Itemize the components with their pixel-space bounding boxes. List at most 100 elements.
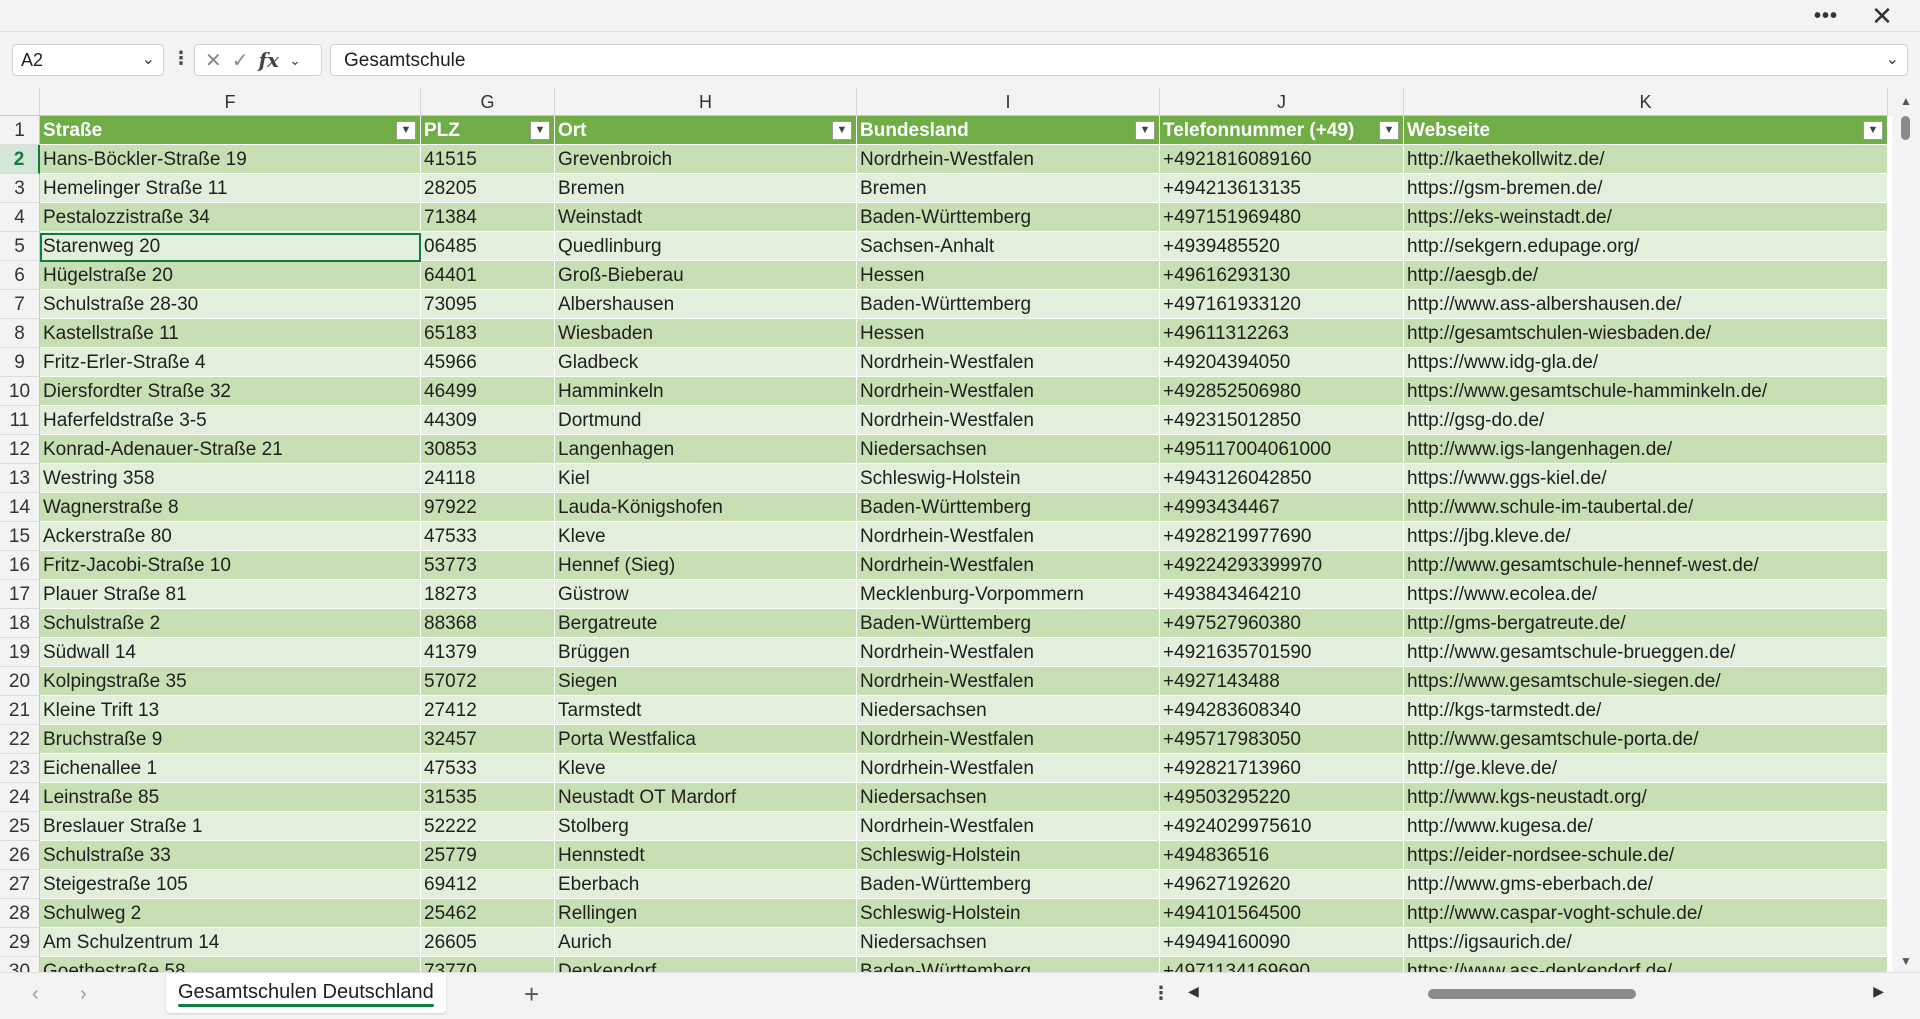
table-cell[interactable]: http://ge.kleve.de/ — [1404, 754, 1888, 783]
table-cell[interactable]: Bremen — [555, 174, 857, 203]
chevron-down-icon[interactable]: ⌄ — [289, 52, 301, 69]
table-cell[interactable]: 45966 — [421, 348, 555, 377]
table-cell[interactable]: Nordrhein-Westfalen — [857, 522, 1160, 551]
row-header[interactable]: 26 — [0, 841, 40, 870]
table-cell[interactable]: +494213613135 — [1160, 174, 1404, 203]
row-header[interactable]: 21 — [0, 696, 40, 725]
table-cell[interactable]: Hemelinger Straße 11 — [40, 174, 421, 203]
column-header-k[interactable]: K — [1404, 88, 1888, 116]
close-icon[interactable]: ✕ — [1862, 1, 1902, 31]
table-cell[interactable]: http://www.gms-eberbach.de/ — [1404, 870, 1888, 899]
table-cell[interactable]: http://www.igs-langenhagen.de/ — [1404, 435, 1888, 464]
table-cell[interactable]: Pestalozzistraße 34 — [40, 203, 421, 232]
table-cell[interactable]: Nordrhein-Westfalen — [857, 725, 1160, 754]
table-cell[interactable]: Leinstraße 85 — [40, 783, 421, 812]
table-cell[interactable]: Niedersachsen — [857, 435, 1160, 464]
table-cell[interactable]: Aurich — [555, 928, 857, 957]
table-cell[interactable]: +494283608340 — [1160, 696, 1404, 725]
table-cell[interactable]: 44309 — [421, 406, 555, 435]
table-cell[interactable]: +4924029975610 — [1160, 812, 1404, 841]
table-cell[interactable]: 46499 — [421, 377, 555, 406]
table-cell[interactable]: Konrad-Adenauer-Straße 21 — [40, 435, 421, 464]
table-cell[interactable]: Nordrhein-Westfalen — [857, 638, 1160, 667]
column-header-f[interactable]: F — [40, 88, 421, 116]
table-cell[interactable]: Bremen — [857, 174, 1160, 203]
table-cell[interactable]: https://eks-weinstadt.de/ — [1404, 203, 1888, 232]
table-cell[interactable]: http://www.schule-im-taubertal.de/ — [1404, 493, 1888, 522]
table-cell[interactable]: http://kgs-tarmstedt.de/ — [1404, 696, 1888, 725]
table-cell[interactable]: 57072 — [421, 667, 555, 696]
horizontal-scroll-thumb[interactable] — [1428, 989, 1636, 999]
add-sheet-button[interactable]: + — [524, 979, 539, 1010]
table-cell[interactable]: Gladbeck — [555, 348, 857, 377]
table-cell[interactable]: Nordrhein-Westfalen — [857, 754, 1160, 783]
table-cell[interactable]: Schulweg 2 — [40, 899, 421, 928]
table-cell[interactable]: https://eider-nordsee-schule.de/ — [1404, 841, 1888, 870]
select-all-corner[interactable] — [0, 88, 40, 116]
row-header[interactable]: 13 — [0, 464, 40, 493]
filter-dropdown-icon[interactable]: ▼ — [530, 121, 550, 140]
table-cell[interactable]: 25779 — [421, 841, 555, 870]
row-header[interactable]: 16 — [0, 551, 40, 580]
table-cell[interactable]: Nordrhein-Westfalen — [857, 551, 1160, 580]
table-cell[interactable]: http://www.caspar-voght-schule.de/ — [1404, 899, 1888, 928]
table-cell[interactable]: http://www.gesamtschule-hennef-west.de/ — [1404, 551, 1888, 580]
table-cell[interactable]: Hennef (Sieg) — [555, 551, 857, 580]
table-cell[interactable]: https://www.ggs-kiel.de/ — [1404, 464, 1888, 493]
table-cell[interactable]: Steigestraße 105 — [40, 870, 421, 899]
table-cell[interactable]: Hessen — [857, 261, 1160, 290]
table-cell[interactable]: Nordrhein-Westfalen — [857, 406, 1160, 435]
table-cell[interactable]: Schleswig-Holstein — [857, 841, 1160, 870]
column-header-h[interactable]: H — [555, 88, 857, 116]
table-cell[interactable]: Nordrhein-Westfalen — [857, 812, 1160, 841]
row-header[interactable]: 1 — [0, 116, 40, 145]
table-cell[interactable]: Ackerstraße 80 — [40, 522, 421, 551]
table-cell[interactable]: 26605 — [421, 928, 555, 957]
enter-check-icon[interactable]: ✓ — [232, 48, 249, 73]
table-cell[interactable]: +49494160090 — [1160, 928, 1404, 957]
table-header-cell[interactable]: Bundesland ▼ — [857, 116, 1160, 145]
table-cell[interactable]: Quedlinburg — [555, 232, 857, 261]
row-header[interactable]: 8 — [0, 319, 40, 348]
table-cell[interactable]: Hügelstraße 20 — [40, 261, 421, 290]
row-header[interactable]: 3 — [0, 174, 40, 203]
vertical-scroll-thumb[interactable] — [1901, 116, 1910, 140]
table-cell[interactable]: +494101564500 — [1160, 899, 1404, 928]
table-header-cell[interactable]: Webseite ▼ — [1404, 116, 1888, 145]
table-cell[interactable]: 27412 — [421, 696, 555, 725]
insert-function-icon[interactable]: fx — [259, 48, 280, 72]
table-cell[interactable]: 97922 — [421, 493, 555, 522]
table-cell[interactable]: Kleve — [555, 522, 857, 551]
table-cell[interactable]: Kolpingstraße 35 — [40, 667, 421, 696]
row-header[interactable]: 11 — [0, 406, 40, 435]
table-cell[interactable]: http://aesgb.de/ — [1404, 261, 1888, 290]
table-cell[interactable]: Fritz-Erler-Straße 4 — [40, 348, 421, 377]
table-cell[interactable]: 24118 — [421, 464, 555, 493]
row-header[interactable]: 25 — [0, 812, 40, 841]
row-header[interactable]: 10 — [0, 377, 40, 406]
table-cell[interactable]: Langenhagen — [555, 435, 857, 464]
filter-dropdown-icon[interactable]: ▼ — [1135, 121, 1155, 140]
table-cell[interactable]: +4927143488 — [1160, 667, 1404, 696]
table-cell[interactable]: http://gsg-do.de/ — [1404, 406, 1888, 435]
table-cell[interactable]: Porta Westfalica — [555, 725, 857, 754]
table-cell[interactable]: Hessen — [857, 319, 1160, 348]
table-cell[interactable]: +49224293399970 — [1160, 551, 1404, 580]
row-header[interactable]: 5 — [0, 232, 40, 261]
row-header[interactable]: 12 — [0, 435, 40, 464]
table-cell[interactable]: Hamminkeln — [555, 377, 857, 406]
table-cell[interactable]: https://www.gesamtschule-hamminkeln.de/ — [1404, 377, 1888, 406]
scroll-right-icon[interactable]: ▶ — [1873, 983, 1884, 1000]
table-cell[interactable]: Nordrhein-Westfalen — [857, 667, 1160, 696]
table-cell[interactable]: +497161933120 — [1160, 290, 1404, 319]
table-cell[interactable]: Eberbach — [555, 870, 857, 899]
table-cell[interactable]: +497527960380 — [1160, 609, 1404, 638]
table-cell[interactable]: +492315012850 — [1160, 406, 1404, 435]
table-cell[interactable]: Kastellstraße 11 — [40, 319, 421, 348]
table-cell[interactable]: Mecklenburg-Vorpommern — [857, 580, 1160, 609]
table-cell[interactable]: +494836516 — [1160, 841, 1404, 870]
table-cell[interactable]: https://www.idg-gla.de/ — [1404, 348, 1888, 377]
table-cell[interactable]: Baden-Württemberg — [857, 870, 1160, 899]
table-cell[interactable]: Brüggen — [555, 638, 857, 667]
table-cell[interactable]: Schleswig-Holstein — [857, 464, 1160, 493]
